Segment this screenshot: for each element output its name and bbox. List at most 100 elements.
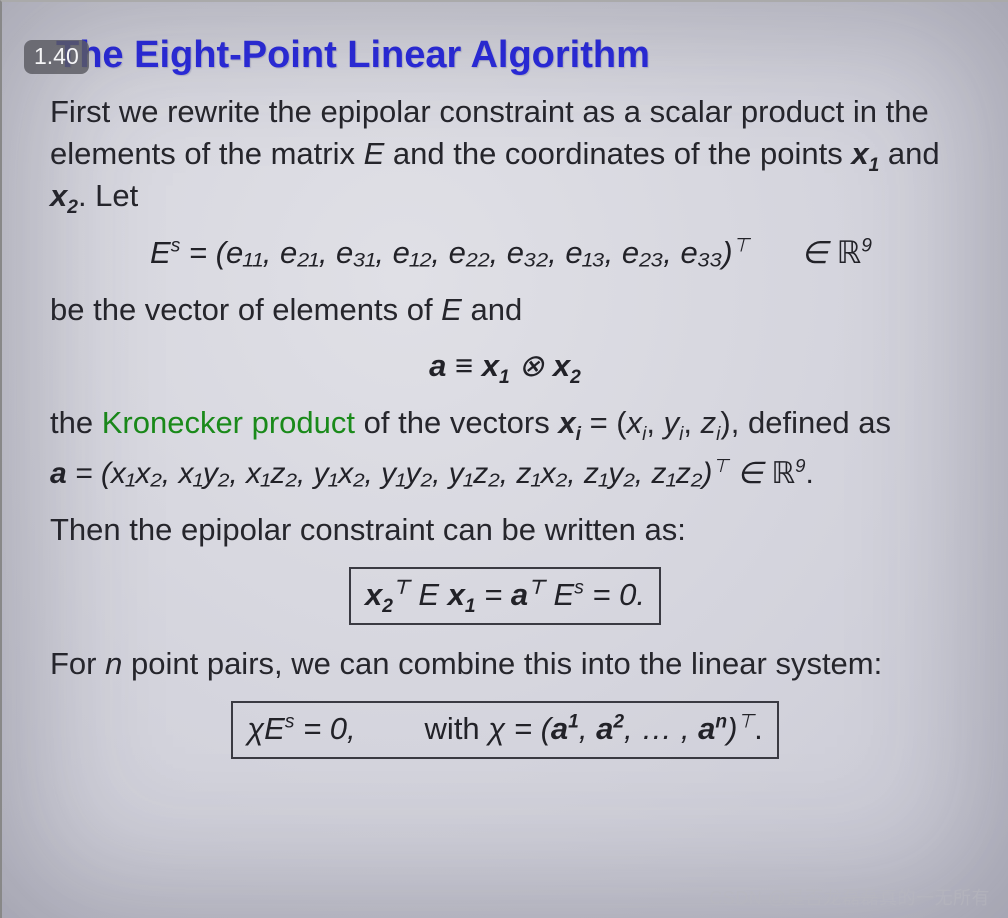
eq2-x1-sub: 1 — [499, 368, 510, 389]
slide-title: The Eight-Point Linear Algorithm — [50, 34, 960, 77]
eq4-eq1: = — [476, 577, 511, 612]
equation-a-expanded: a = (x₁x₂, x₁y₂, x₁z₂, y₁x₂, y₁y₂, y₁z₂,… — [50, 456, 960, 491]
p3-d1: , — [646, 405, 663, 440]
x2-sym: x — [50, 178, 67, 213]
eq3-vec: (x₁x₂, x₁y₂, x₁z₂, y₁x₂, y₁y₂, y₁z₂, z₁x… — [101, 457, 712, 490]
eq1-R: ℝ — [837, 235, 862, 270]
eq2-x2-sub: 2 — [570, 368, 581, 389]
eq3-dot: . — [806, 457, 814, 490]
eq4-x1: x1 — [448, 577, 476, 612]
eq2-x1: x1 — [482, 348, 510, 383]
p3-b: of the vectors — [355, 405, 558, 440]
eq5-chi2: χ — [488, 711, 505, 746]
boxed-equation-2-row: χEs = 0, with χ = (a1, a2, … , an)⊤. — [50, 701, 960, 759]
eq1-items: e₁₁, e₂₁, e₃₁, e₁₂, e₂₂, e₃₂, e₁₃, e₂₃, … — [226, 235, 722, 270]
eq5-an: an — [698, 711, 727, 746]
xi-comp-x: xi — [627, 405, 647, 440]
boxed-epipolar-constraint: x2⊤ E x1 = a⊤ Es = 0. — [349, 567, 661, 625]
vector-x2: x2 — [50, 178, 78, 213]
eq5-a1: a1 — [551, 711, 579, 746]
p3-c: = ( — [581, 405, 627, 440]
eq5-open: ( — [541, 711, 551, 746]
eq3-T: ⊤ — [712, 455, 728, 476]
xi-cy: y — [664, 405, 680, 440]
eq2-a: a — [429, 348, 446, 383]
paragraph-3: the Kronecker product of the vectors xi … — [50, 402, 960, 444]
eq3-eq: = — [67, 457, 101, 490]
matrix-E: E — [364, 136, 385, 171]
paragraph-1: First we rewrite the epipolar constraint… — [50, 91, 960, 217]
boxed-equation-1-row: x2⊤ E x1 = a⊤ Es = 0. — [50, 567, 960, 625]
xi-comp-y: yi — [664, 405, 684, 440]
p1-text-b: and the coordinates of the points — [384, 136, 851, 171]
eq5-eq: = — [505, 711, 540, 746]
xi-x: x — [558, 405, 575, 440]
eq2-equiv: ≡ — [446, 348, 481, 383]
p1-text-c: and — [879, 136, 939, 171]
p3-a: the — [50, 405, 102, 440]
p2-E: E — [441, 292, 462, 327]
eq4-sp2 — [545, 577, 554, 612]
eq5-T: ⊤ — [737, 712, 754, 733]
x2-sub: 2 — [67, 197, 78, 218]
p3-d2: , — [683, 405, 700, 440]
eq2-x2-sym: x — [553, 348, 570, 383]
eq5-close: ) — [727, 711, 737, 746]
eq5-a2-sup: 2 — [613, 712, 624, 733]
eq5-s: s — [285, 712, 295, 733]
eq1-close: ) — [722, 235, 732, 270]
eq2-otimes: ⊗ — [510, 348, 553, 383]
eq5-eq0: = 0, — [294, 711, 355, 746]
paragraph-2: be the vector of elements of E and — [50, 289, 960, 331]
eq3-in: ∈ — [729, 457, 772, 490]
eq4-Es: Es — [554, 577, 584, 612]
paragraph-4: Then the epipolar constraint can be writ… — [50, 509, 960, 551]
eq4-Es-s: s — [574, 578, 584, 599]
eq4-x2-sym: x — [365, 577, 382, 612]
p1-text-d: . Let — [78, 178, 138, 213]
eq2-x1-sym: x — [482, 348, 499, 383]
eq1-T: ⊤ — [733, 235, 750, 256]
eq5-c1: , — [579, 711, 596, 746]
eq5-a1-a: a — [551, 711, 568, 746]
eq1-9: 9 — [861, 235, 872, 256]
eq4-x1-sub: 1 — [465, 596, 476, 617]
eq5-with: with — [425, 711, 489, 746]
xi-comp-z: zi — [701, 405, 721, 440]
eq4-x2-sup: ⊤ — [393, 578, 410, 599]
p5-a: For — [50, 646, 105, 681]
eq5-an-a: a — [698, 711, 715, 746]
paragraph-5: For n point pairs, we can combine this i… — [50, 643, 960, 685]
p2-a: be the vector of elements of — [50, 292, 441, 327]
p3-e: ), defined as — [720, 405, 891, 440]
slide-content: 1.40 The Eight-Point Linear Algorithm Fi… — [0, 0, 1008, 918]
p5-n: n — [105, 646, 122, 681]
equation-Es-vector: Es = (e₁₁, e₂₁, e₃₁, e₁₂, e₂₂, e₃₂, e₁₃,… — [110, 235, 960, 271]
eq4-a-sym: a — [511, 577, 528, 612]
eq4-eq2: = 0. — [584, 577, 645, 612]
eq4-a-sup: ⊤ — [528, 578, 545, 599]
boxed-linear-system: χEs = 0, with χ = (a1, a2, … , an)⊤. — [231, 701, 779, 759]
csdn-watermark: CSDN @是否龙磊磊真的一无所有 — [709, 884, 990, 910]
eq5-dot: . — [754, 711, 763, 746]
eq5-Es: Es — [264, 711, 294, 746]
x1-sym: x — [851, 136, 868, 171]
equation-a-kron: a ≡ x1 ⊗ x2 — [50, 348, 960, 384]
eq5-E: E — [264, 711, 285, 746]
eq3-R: ℝ — [771, 457, 795, 490]
eq1-E: E — [150, 235, 171, 270]
xi: xi — [558, 405, 581, 440]
eq4-x1-sym: x — [448, 577, 465, 612]
eq1-open: ( — [216, 235, 226, 270]
eq4-Es-E: E — [554, 577, 575, 612]
eq1-eq: = — [180, 235, 215, 270]
xi-cx: x — [627, 405, 643, 440]
eq3-9: 9 — [795, 455, 805, 476]
eq4-a: a⊤ — [511, 577, 545, 612]
eq4-E: E — [418, 577, 447, 612]
eq4-x2-sub: 2 — [382, 596, 393, 617]
p5-b: point pairs, we can combine this into th… — [122, 646, 882, 681]
eq1-s: s — [171, 235, 181, 256]
eq5-c2: , … , — [624, 711, 698, 746]
eq5-a2-a: a — [596, 711, 613, 746]
